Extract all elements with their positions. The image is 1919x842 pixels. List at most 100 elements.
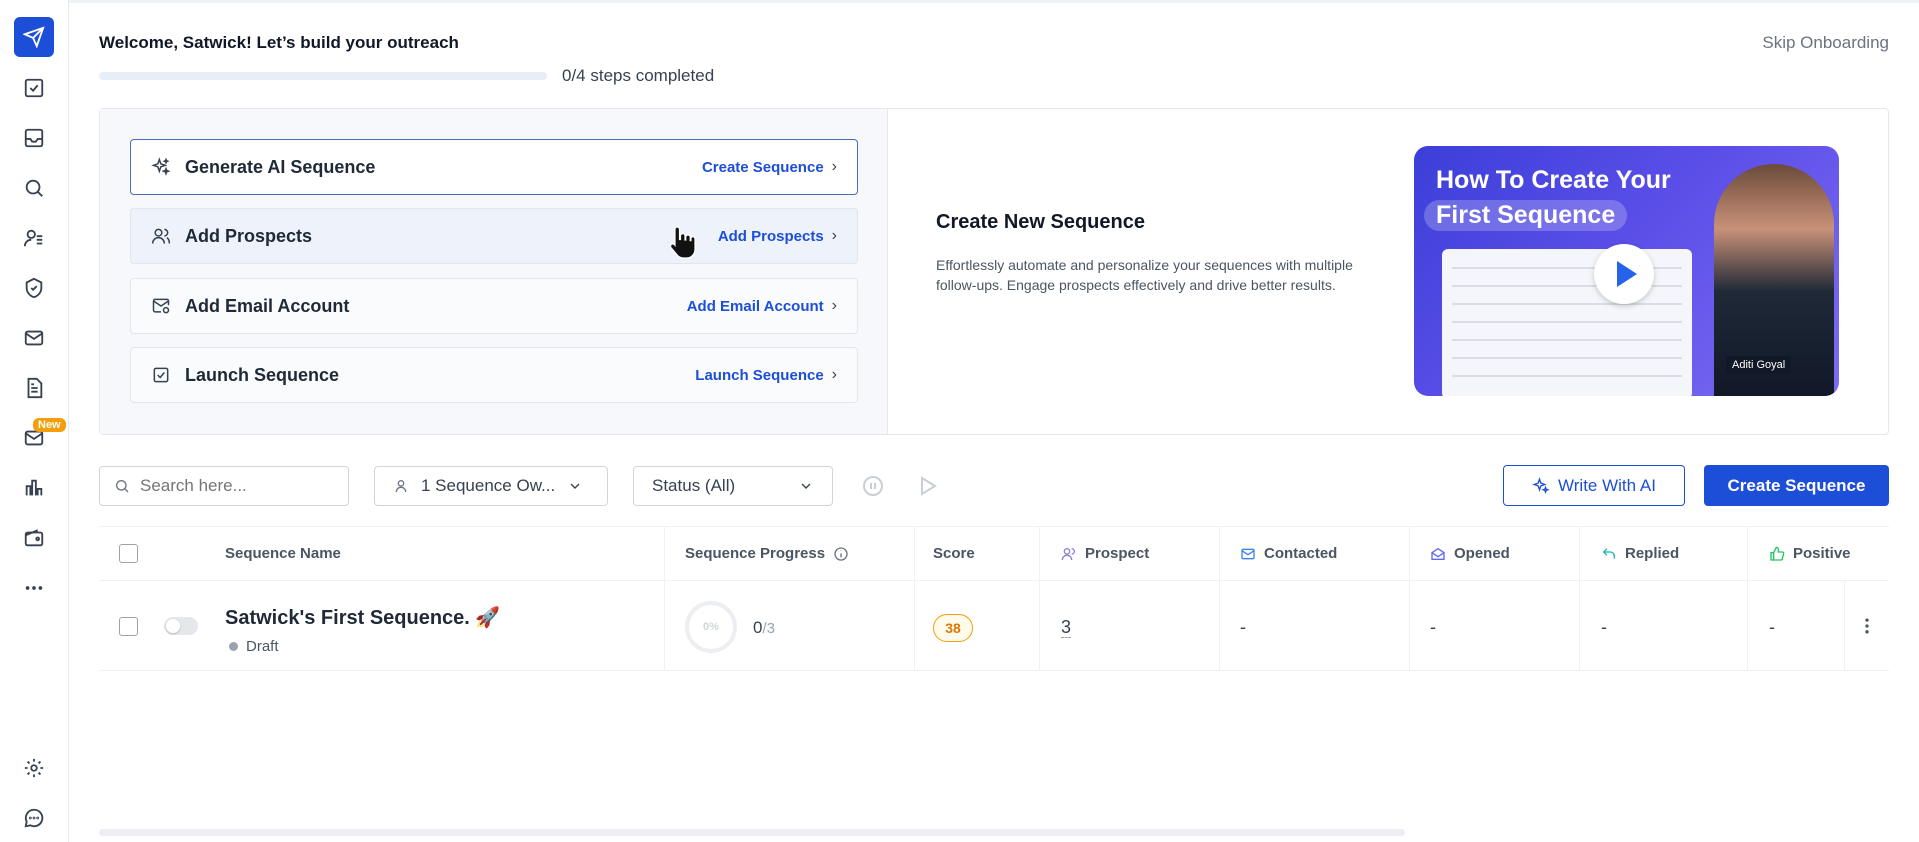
sequence-toggle[interactable] bbox=[164, 617, 198, 635]
write-with-ai-label: Write With AI bbox=[1558, 475, 1656, 495]
header-prospect[interactable]: Prospect bbox=[1061, 545, 1149, 562]
step-link-text: Add Email Account bbox=[686, 297, 824, 315]
chevron-right-icon: › bbox=[831, 158, 837, 175]
welcome-title: Welcome, Satwick! Let’s build your outre… bbox=[99, 33, 459, 52]
header-sequence-progress[interactable]: Sequence Progress bbox=[685, 545, 849, 562]
score-badge: 38 bbox=[933, 614, 973, 642]
search-box[interactable] bbox=[99, 466, 349, 506]
header-contacted[interactable]: Contacted bbox=[1240, 545, 1337, 562]
add-prospects-link[interactable]: Add Prospects › bbox=[718, 227, 837, 245]
top-divider bbox=[69, 0, 1919, 3]
step-link-text: Launch Sequence bbox=[695, 366, 824, 384]
inbox-icon[interactable] bbox=[14, 118, 54, 158]
header-positive[interactable]: Positive bbox=[1769, 545, 1851, 562]
onboarding-steps: Generate AI Sequence Create Sequence › Ad… bbox=[100, 109, 888, 434]
send-icon[interactable] bbox=[14, 17, 54, 57]
presenter-name: Aditi Goyal bbox=[1726, 356, 1792, 374]
mail-icon bbox=[1241, 548, 1255, 559]
video-title-line2: First Sequence bbox=[1424, 200, 1628, 231]
progress-total: /3 bbox=[762, 620, 775, 637]
new-badge: New bbox=[33, 418, 66, 432]
prospect-count[interactable]: 3 bbox=[1061, 617, 1072, 638]
mail-gear-icon bbox=[151, 296, 171, 316]
header-label: Opened bbox=[1454, 545, 1510, 562]
shield-check-icon[interactable] bbox=[14, 268, 54, 308]
chevron-right-icon: › bbox=[831, 297, 837, 314]
video-title-line1: How To Create Your bbox=[1436, 166, 1671, 194]
check-square-icon bbox=[151, 365, 171, 385]
row-actions-icon[interactable] bbox=[1844, 581, 1889, 671]
step-add-email-account[interactable]: Add Email Account Add Email Account › bbox=[130, 278, 858, 334]
progress-ring: 0% bbox=[685, 601, 737, 653]
search-input[interactable] bbox=[140, 476, 330, 496]
pause-icon[interactable] bbox=[861, 474, 885, 498]
step-launch-sequence[interactable]: Launch Sequence Launch Sequence › bbox=[130, 347, 858, 403]
status-filter-label: Status (All) bbox=[652, 476, 736, 495]
settings-icon[interactable] bbox=[14, 748, 54, 788]
launch-sequence-link[interactable]: Launch Sequence › bbox=[695, 366, 837, 384]
more-icon[interactable] bbox=[14, 568, 54, 608]
progress-percent: 0% bbox=[703, 621, 719, 633]
info-icon[interactable] bbox=[833, 546, 849, 562]
chat-icon[interactable] bbox=[14, 798, 54, 838]
header-sequence-name[interactable]: Sequence Name bbox=[225, 545, 341, 562]
table-header: Sequence Name Sequence Progress Score Pr… bbox=[99, 526, 1889, 581]
table-row[interactable]: Satwick's First Sequence. 🚀 Draft 0% 0/3… bbox=[99, 581, 1889, 671]
reply-icon bbox=[1602, 547, 1615, 559]
horizontal-scrollbar[interactable] bbox=[99, 829, 1405, 836]
step-link-text: Create Sequence bbox=[701, 158, 824, 176]
sequence-name-link[interactable]: Satwick's First Sequence. 🚀 bbox=[225, 605, 500, 630]
play-outline-icon[interactable] bbox=[915, 474, 939, 498]
step-add-prospects[interactable]: Add Prospects Add Prospects › bbox=[130, 208, 858, 264]
mail-icon[interactable] bbox=[14, 318, 54, 358]
wallet-icon[interactable] bbox=[14, 518, 54, 558]
create-sequence-button[interactable]: Create Sequence bbox=[1704, 465, 1889, 506]
step-generate-ai-sequence[interactable]: Generate AI Sequence Create Sequence › bbox=[130, 139, 858, 195]
step-label: Add Prospects bbox=[185, 225, 313, 246]
skip-onboarding-link[interactable]: Skip Onboarding bbox=[1762, 33, 1889, 53]
opened-value: - bbox=[1430, 617, 1436, 637]
step-label: Add Email Account bbox=[185, 295, 350, 316]
info-description: Effortlessly automate and personalize yo… bbox=[936, 257, 1353, 293]
search-icon bbox=[116, 480, 129, 493]
play-icon[interactable] bbox=[1594, 244, 1654, 304]
status-dropdown[interactable]: Status (All) bbox=[633, 466, 833, 506]
analytics-icon[interactable] bbox=[14, 468, 54, 508]
header-replied[interactable]: Replied bbox=[1601, 545, 1679, 562]
step-label: Launch Sequence bbox=[185, 364, 340, 385]
header-label: Sequence Progress bbox=[685, 545, 826, 562]
header-score[interactable]: Score bbox=[933, 545, 975, 562]
create-sequence-link[interactable]: Create Sequence › bbox=[702, 158, 837, 176]
add-email-account-link[interactable]: Add Email Account › bbox=[687, 297, 837, 315]
header-opened[interactable]: Opened bbox=[1430, 545, 1510, 562]
sequence-owner-dropdown[interactable]: 1 Sequence Ow... bbox=[374, 466, 608, 506]
mail-open-icon bbox=[1431, 547, 1445, 560]
write-with-ai-button[interactable]: Write With AI bbox=[1503, 465, 1685, 506]
chevron-down-icon bbox=[570, 483, 580, 489]
tasks-icon[interactable] bbox=[14, 68, 54, 108]
header-label: Contacted bbox=[1264, 545, 1338, 562]
progress-steps: 0/3 bbox=[753, 618, 775, 638]
hand-cursor-icon bbox=[669, 226, 696, 259]
sparkle-icon bbox=[151, 157, 171, 177]
chevron-right-icon: › bbox=[831, 366, 837, 383]
prospect-value: 3 bbox=[1061, 617, 1072, 638]
tutorial-video-thumbnail[interactable]: How To Create Your First Sequence Aditi … bbox=[1414, 146, 1839, 396]
thumbs-up-icon bbox=[1770, 546, 1785, 561]
prospects-list-icon[interactable] bbox=[14, 218, 54, 258]
search-icon[interactable] bbox=[14, 168, 54, 208]
chevron-right-icon: › bbox=[831, 227, 837, 244]
onboarding-progress-text: 0/4 steps completed bbox=[562, 66, 715, 85]
row-checkbox[interactable] bbox=[119, 617, 138, 636]
document-icon[interactable] bbox=[14, 368, 54, 408]
header-label: Sequence Name bbox=[225, 545, 341, 562]
select-all-checkbox[interactable] bbox=[119, 544, 138, 563]
onboarding-panel: Generate AI Sequence Create Sequence › Ad… bbox=[99, 108, 1889, 435]
header-label: Replied bbox=[1625, 545, 1680, 562]
sequence-table: Sequence Name Sequence Progress Score Pr… bbox=[99, 526, 1889, 671]
status-label: Draft bbox=[246, 638, 279, 655]
sequence-status: Draft bbox=[229, 638, 279, 655]
sidebar: New bbox=[0, 0, 69, 842]
header-label: Prospect bbox=[1085, 545, 1150, 562]
step-label: Generate AI Sequence bbox=[185, 156, 376, 177]
